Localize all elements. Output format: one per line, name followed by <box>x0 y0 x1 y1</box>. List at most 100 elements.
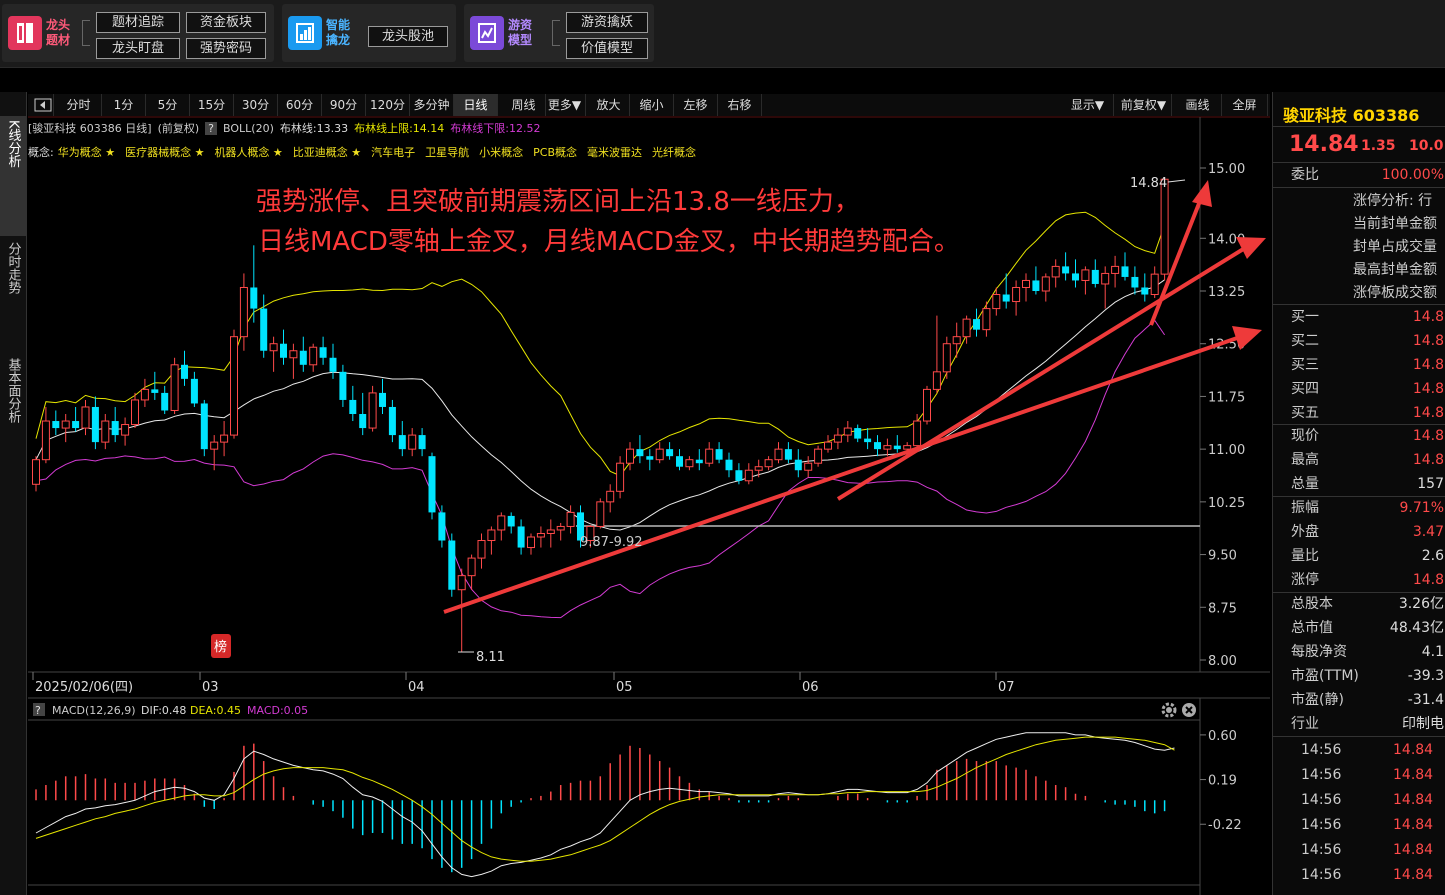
candle[interactable] <box>774 442 783 464</box>
candle[interactable] <box>32 456 40 492</box>
candle[interactable] <box>676 449 683 471</box>
candle[interactable] <box>804 456 813 478</box>
candle[interactable] <box>1051 259 1060 288</box>
candle[interactable] <box>843 421 852 443</box>
candle[interactable] <box>616 456 625 499</box>
candle[interactable] <box>497 512 506 541</box>
candle[interactable] <box>1091 259 1099 288</box>
candle[interactable] <box>546 519 555 548</box>
candle[interactable] <box>1062 252 1070 281</box>
candle[interactable] <box>388 399 396 443</box>
candle[interactable] <box>1111 255 1120 288</box>
candle[interactable] <box>913 414 922 450</box>
candle[interactable] <box>973 308 980 337</box>
candle[interactable] <box>764 456 773 471</box>
candle[interactable] <box>606 484 615 513</box>
candle[interactable] <box>794 449 802 478</box>
candle[interactable] <box>942 336 951 379</box>
candle[interactable] <box>854 424 862 443</box>
candle[interactable] <box>170 357 179 414</box>
candle[interactable] <box>190 371 198 407</box>
candle[interactable] <box>379 378 386 414</box>
close-icon[interactable] <box>1182 703 1196 717</box>
candle[interactable] <box>438 505 446 548</box>
candle[interactable] <box>1012 280 1021 316</box>
candle[interactable] <box>220 421 229 457</box>
candle[interactable] <box>280 329 287 365</box>
candle[interactable] <box>1032 266 1040 295</box>
candle[interactable] <box>744 463 753 485</box>
candle[interactable] <box>398 421 406 457</box>
candle[interactable] <box>161 385 169 414</box>
candle[interactable] <box>1121 252 1129 281</box>
candle[interactable] <box>200 399 208 457</box>
candle[interactable] <box>824 435 832 453</box>
candle[interactable] <box>596 498 605 529</box>
candle[interactable] <box>72 406 80 432</box>
candle[interactable] <box>1141 273 1149 302</box>
candle[interactable] <box>359 392 367 436</box>
candle[interactable] <box>1072 259 1079 288</box>
candle[interactable] <box>695 449 703 471</box>
candle[interactable] <box>923 385 931 425</box>
candle[interactable] <box>457 568 466 653</box>
candle[interactable] <box>715 442 723 464</box>
candle[interactable] <box>41 406 50 464</box>
candle[interactable] <box>754 459 763 478</box>
candle[interactable] <box>1041 273 1050 302</box>
candle[interactable] <box>814 445 823 467</box>
candle[interactable] <box>289 343 298 379</box>
candle[interactable] <box>260 294 268 358</box>
candle[interactable] <box>52 410 60 436</box>
candle[interactable] <box>556 522 565 541</box>
candle[interactable] <box>269 336 278 372</box>
candle[interactable] <box>874 435 881 457</box>
candle[interactable] <box>151 371 159 400</box>
candle[interactable] <box>61 414 70 443</box>
candle[interactable] <box>1101 266 1110 309</box>
candle[interactable] <box>833 428 842 450</box>
candle[interactable] <box>181 350 188 386</box>
candle[interactable] <box>368 385 377 432</box>
candle[interactable] <box>131 392 139 429</box>
candle[interactable] <box>1160 178 1169 281</box>
candle[interactable] <box>883 438 892 457</box>
candle[interactable] <box>329 343 337 379</box>
candle[interactable] <box>1002 273 1010 309</box>
candle[interactable] <box>982 301 991 337</box>
candle[interactable] <box>517 519 525 555</box>
candle[interactable] <box>784 442 792 464</box>
candle[interactable] <box>725 452 733 478</box>
kline-chart[interactable]: 15.0014.0013.2512.5011.7511.0010.259.508… <box>0 0 1272 895</box>
candle[interactable] <box>477 533 486 569</box>
candle[interactable] <box>91 396 99 450</box>
candle[interactable] <box>428 452 436 520</box>
candle[interactable] <box>339 364 347 407</box>
candle[interactable] <box>1150 266 1159 299</box>
candle[interactable] <box>1081 266 1090 295</box>
candle[interactable] <box>864 428 872 450</box>
gear-icon[interactable] <box>1161 702 1177 718</box>
candle[interactable] <box>239 273 248 351</box>
candle[interactable] <box>655 442 664 464</box>
candle[interactable] <box>646 449 654 471</box>
candle[interactable] <box>140 378 149 407</box>
candle[interactable] <box>448 533 456 597</box>
candle[interactable] <box>408 428 417 457</box>
candle[interactable] <box>111 406 119 443</box>
candle[interactable] <box>230 329 238 439</box>
candle[interactable] <box>685 456 694 471</box>
candle[interactable] <box>666 442 674 460</box>
candle[interactable] <box>1022 273 1030 302</box>
candle[interactable] <box>952 322 961 358</box>
candle[interactable] <box>121 417 130 446</box>
candle[interactable] <box>507 512 515 534</box>
candle[interactable] <box>418 428 426 457</box>
candle[interactable] <box>81 399 90 436</box>
candle[interactable] <box>1131 266 1139 295</box>
candle[interactable] <box>705 442 714 467</box>
candle[interactable] <box>101 414 110 450</box>
candle[interactable] <box>309 343 318 372</box>
candle[interactable] <box>893 435 901 453</box>
candle[interactable] <box>299 336 307 372</box>
